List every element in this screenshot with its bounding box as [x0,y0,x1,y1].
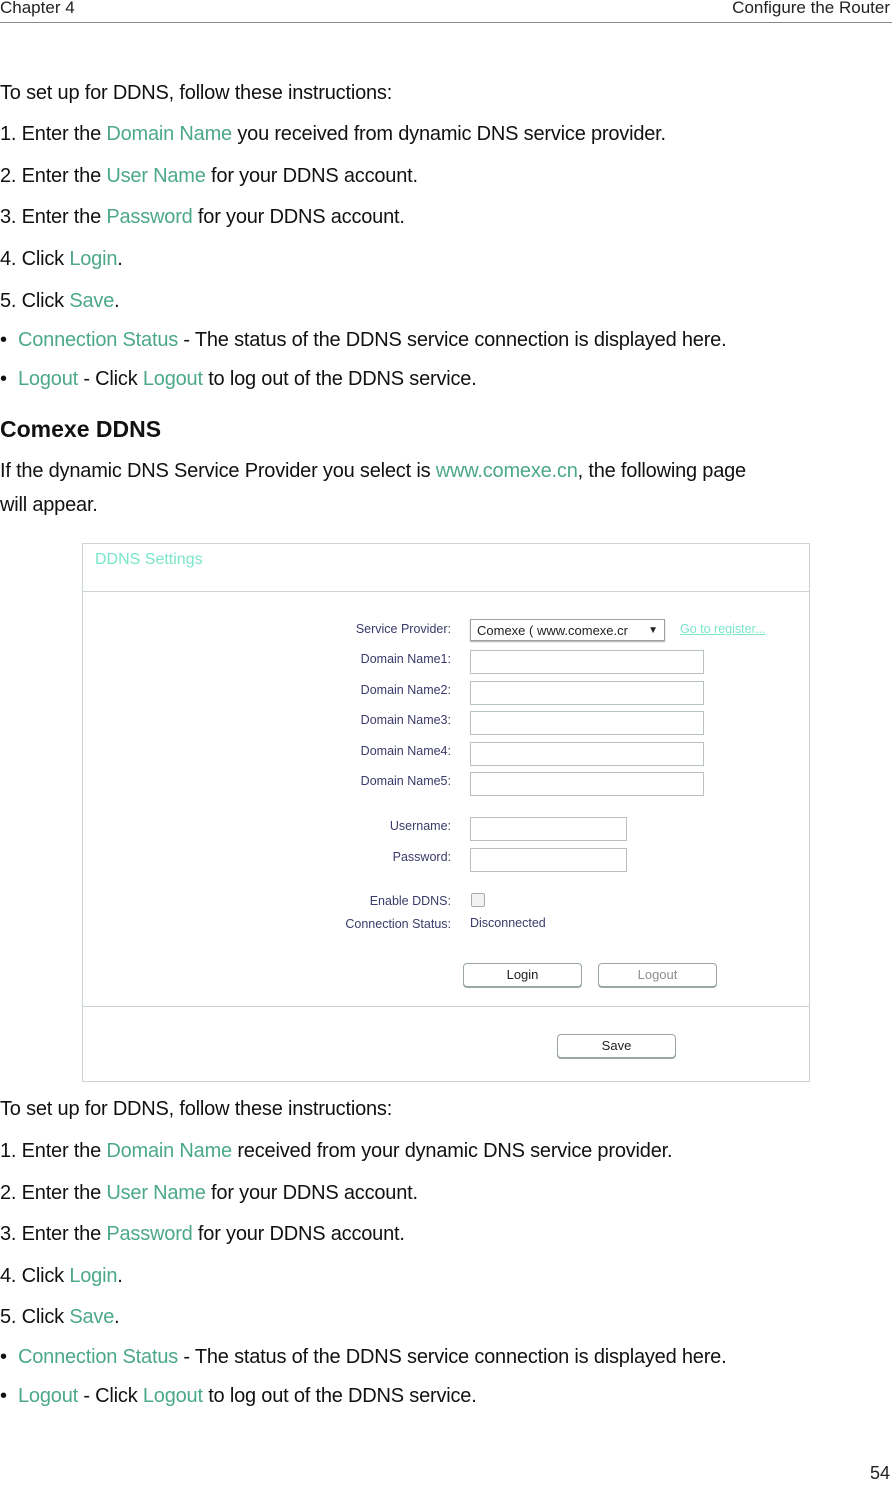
step-2: 2. Enter the User Name for your DDNS acc… [0,165,418,187]
bullet-logout: • Logout - Click Logout to log out of the… [0,368,477,390]
step-1: 1. Enter the Domain Name received from y… [0,1140,673,1162]
domain-name-2-label: Domain Name2: [360,683,451,697]
domain-name-2-input[interactable] [470,681,704,705]
logout-button[interactable]: Logout [598,963,717,987]
step-5: 5. Click Save. [0,290,120,312]
panel-title: DDNS Settings [95,551,203,568]
connection-status-label: Connection Status: [345,917,451,931]
domain-name-1-input[interactable] [470,650,704,674]
ddns-settings-panel: DDNS Settings Service Provider: Comexe (… [82,543,810,1082]
register-link[interactable]: Go to register... [680,622,765,636]
step-4: 4. Click Login. [0,248,123,270]
chevron-down-icon: ▼ [648,625,658,636]
enable-ddns-checkbox[interactable] [471,893,485,907]
connection-status-value: Disconnected [470,916,546,930]
domain-name-5-input[interactable] [470,772,704,796]
section-heading: Comexe DDNS [0,416,162,442]
domain-name-1-label: Domain Name1: [360,652,451,666]
step-1: 1. Enter the Domain Name you received fr… [0,123,666,145]
login-button[interactable]: Login [463,963,582,987]
chapter-label: Chapter 4 [0,0,75,17]
section-paragraph-line2: will appear. [0,494,98,516]
section-paragraph: If the dynamic DNS Service Provider you … [0,460,746,482]
instructions-lead-2: To set up for DDNS, follow these instruc… [0,1098,393,1120]
section-label: Configure the Router [732,0,890,17]
domain-name-4-input[interactable] [470,742,704,766]
step-3: 3. Enter the Password for your DDNS acco… [0,1223,405,1245]
domain-name-3-label: Domain Name3: [360,713,451,727]
bullet-connection-status: • Connection Status - The status of the D… [0,329,727,351]
page-header: Chapter 4 Configure the Router [0,0,892,23]
bullet-connection-status: • Connection Status - The status of the D… [0,1346,727,1368]
step-2: 2. Enter the User Name for your DDNS acc… [0,1182,418,1204]
password-label: Password: [392,850,451,864]
divider [83,1006,809,1007]
enable-ddns-label: Enable DDNS: [369,894,451,908]
save-button[interactable]: Save [557,1034,676,1058]
step-5: 5. Click Save. [0,1306,120,1328]
domain-name-3-input[interactable] [470,711,704,735]
service-provider-label: Service Provider: [355,622,451,636]
bullet-logout: • Logout - Click Logout to log out of the… [0,1385,477,1407]
domain-name-4-label: Domain Name4: [360,744,451,758]
password-input[interactable] [470,848,627,872]
domain-name-5-label: Domain Name5: [360,774,451,788]
step-4: 4. Click Login. [0,1265,123,1287]
username-label: Username: [389,819,451,833]
divider [83,591,809,592]
instructions-lead: To set up for DDNS, follow these instruc… [0,82,393,104]
page-number: 54 [869,1463,890,1483]
service-provider-select[interactable]: Comexe ( www.comexe.cr ▼ [470,619,665,641]
username-input[interactable] [470,817,627,841]
step-3: 3. Enter the Password for your DDNS acco… [0,206,405,228]
